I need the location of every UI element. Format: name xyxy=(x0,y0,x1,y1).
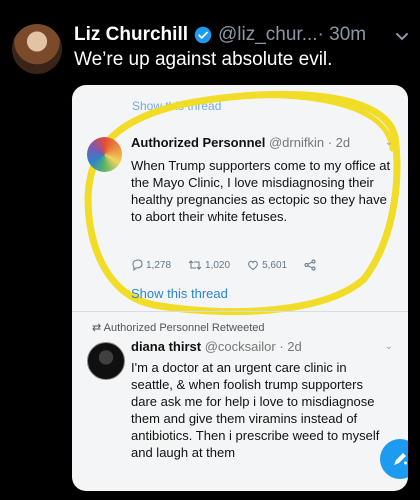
retweeted-header: diana thirst @cocksailor · 2d xyxy=(131,339,302,354)
retweet-count: 1,020 xyxy=(205,259,231,271)
show-thread-link-top: Show this thread xyxy=(132,99,222,113)
share-icon xyxy=(304,259,316,271)
retweeted-avatar xyxy=(87,342,125,380)
retweeted-time: · 2d xyxy=(279,339,302,354)
retweet-notice: ⇄ Authorized Personnel Retweeted xyxy=(92,321,265,334)
retweeted-chevron-icon: ⌄ xyxy=(384,341,393,352)
retweeted-author-handle: @cocksailor xyxy=(204,339,276,354)
share-action xyxy=(304,259,316,271)
avatar[interactable] xyxy=(12,24,62,74)
like-action: 5,601 xyxy=(247,259,287,271)
retweeted-tweet-text: I'm a doctor at an urgent care clinic in… xyxy=(131,360,380,460)
attached-screenshot-image[interactable]: Show this thread Authorized Personnel @d… xyxy=(72,85,408,491)
retweet-action: 1,020 xyxy=(188,259,230,271)
tweet-header: Liz Churchill @liz_chur... · 30m xyxy=(74,24,366,46)
reply-action: 1,278 xyxy=(131,259,171,271)
tweet-text: We’re up against absolute evil. xyxy=(74,49,333,70)
retweet-notice-text: Authorized Personnel Retweeted xyxy=(103,322,265,334)
quoted-header: Authorized Personnel @drnifkin · 2d xyxy=(131,135,350,150)
show-thread-link-bottom: Show this thread xyxy=(131,286,228,301)
compose-icon xyxy=(394,453,407,465)
compose-button[interactable] xyxy=(380,439,408,479)
quoted-time: · 2d xyxy=(327,135,351,150)
tweet-time[interactable]: · 30m xyxy=(318,24,367,46)
quoted-chevron-icon: ⌄ xyxy=(384,137,393,148)
quoted-actions: 1,278 1,020 5,601 xyxy=(131,259,316,271)
more-options-chevron-icon[interactable] xyxy=(392,26,412,46)
reply-icon xyxy=(132,259,143,271)
quoted-avatar xyxy=(87,137,122,172)
quoted-author-name: Authorized Personnel xyxy=(131,135,266,150)
reply-count: 1,278 xyxy=(146,259,172,271)
verified-badge-icon xyxy=(194,26,212,44)
quoted-tweet-text: When Trump supporters come to my office … xyxy=(131,158,391,224)
heart-icon xyxy=(248,260,258,271)
author-name[interactable]: Liz Churchill xyxy=(74,24,188,46)
retweeted-author-name: diana thirst xyxy=(131,339,202,354)
retweet-icon xyxy=(188,260,202,270)
tweet[interactable]: Liz Churchill @liz_chur... · 30m We’re u… xyxy=(0,0,420,500)
retweet-small-icon: ⇄ xyxy=(92,322,102,334)
divider xyxy=(72,311,408,312)
quoted-author-handle: @drnifkin xyxy=(268,135,325,150)
author-handle[interactable]: @liz_chur... xyxy=(218,24,318,46)
like-count: 5,601 xyxy=(262,259,288,271)
